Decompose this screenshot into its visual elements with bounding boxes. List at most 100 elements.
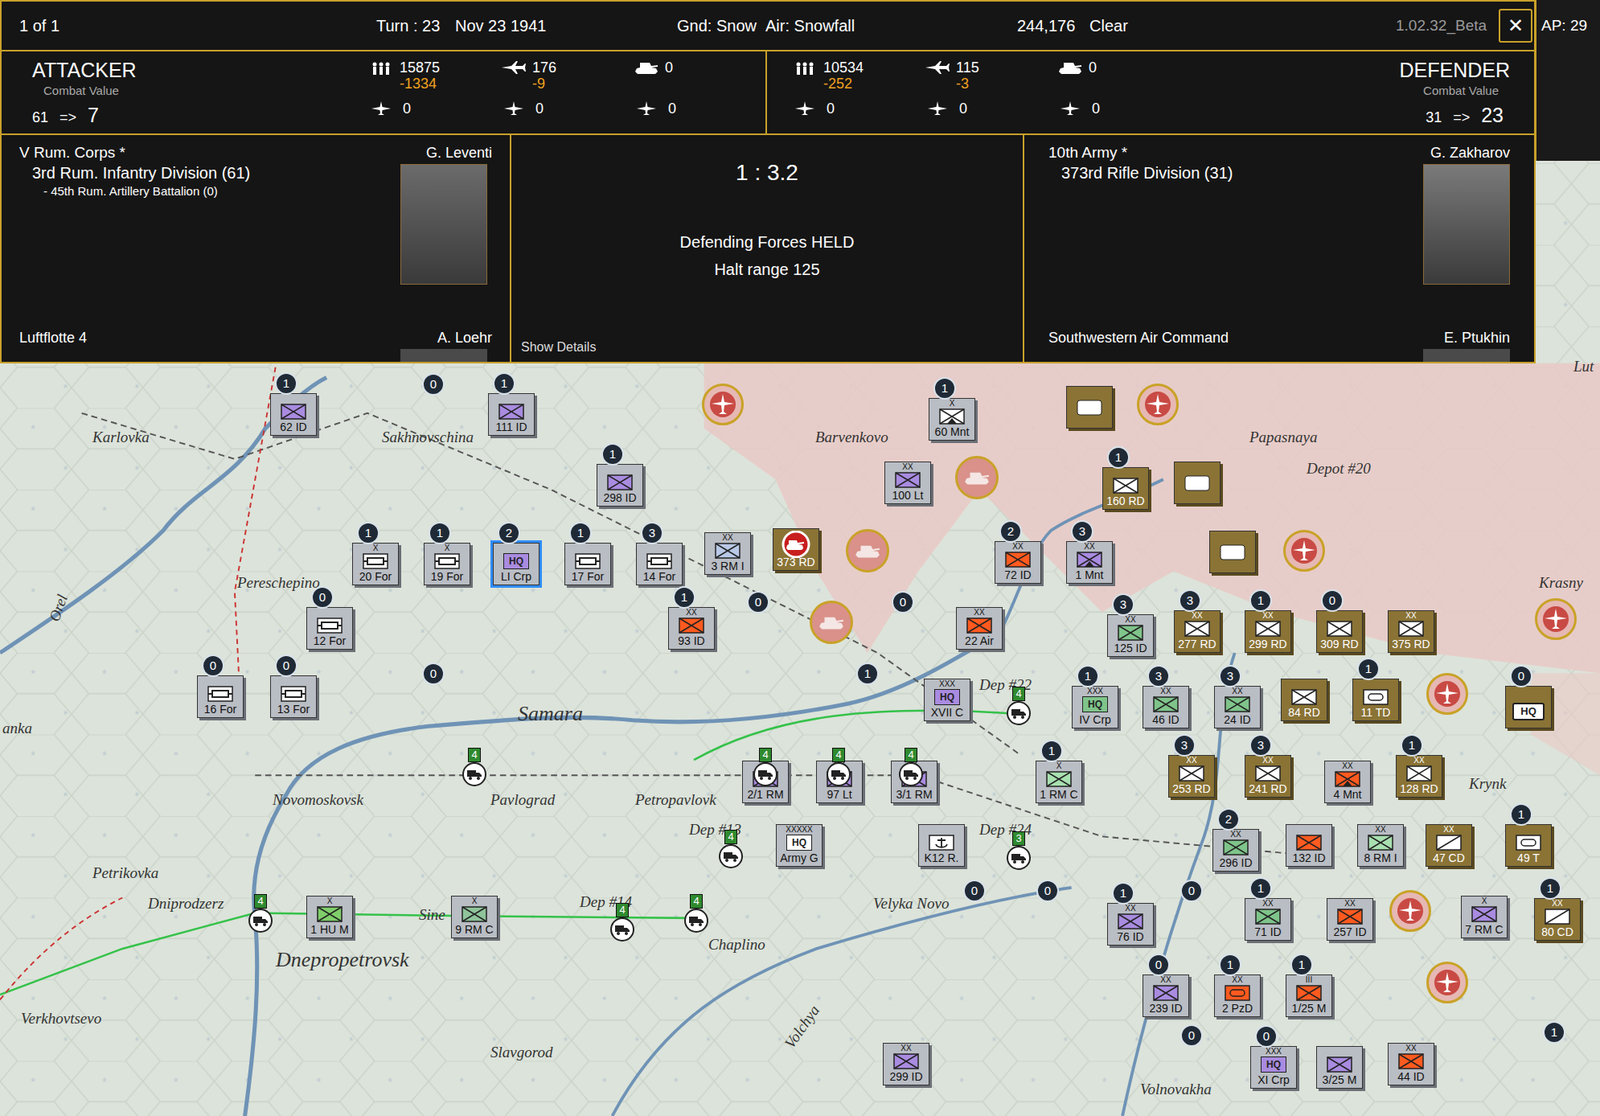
unit-counter[interactable]: 16 For — [196, 675, 244, 718]
place-label: Dniprodzerz — [147, 892, 224, 916]
supply-icon[interactable]: 4 — [826, 747, 851, 787]
unit-counter[interactable]: XX46 ID — [1142, 685, 1190, 729]
supply-icon[interactable]: 3 — [1006, 831, 1031, 870]
hex-marker[interactable]: 0 — [1180, 1024, 1203, 1047]
unit-counter[interactable]: XX100 Lt — [884, 461, 932, 505]
air-unit-icon[interactable] — [1534, 598, 1577, 640]
supply-icon[interactable]: 4 — [1006, 686, 1031, 726]
supply-icon[interactable]: 4 — [610, 902, 635, 942]
unit-counter[interactable]: XX375 RD — [1387, 610, 1435, 653]
supply-icon[interactable]: 4 — [684, 894, 709, 933]
unit-counter[interactable]: X1 RM C — [1035, 760, 1083, 804]
unit-counter[interactable]: XX1 Mnt — [1066, 541, 1113, 584]
hex-marker[interactable]: 0 — [891, 590, 915, 614]
supply-icon[interactable]: 4 — [462, 747, 487, 787]
air-unit-icon[interactable] — [1389, 890, 1432, 932]
unit-counter[interactable]: 160 RD — [1102, 467, 1149, 510]
unit-counter[interactable]: HQ — [1505, 685, 1552, 729]
unit-counter[interactable]: XX22 Air — [955, 607, 1003, 650]
supply-icon[interactable]: 4 — [248, 894, 273, 933]
combat-unit[interactable]: 373rd Rifle Division (31) — [1061, 162, 1398, 184]
unit-counter[interactable]: 17 For — [564, 542, 612, 586]
unit-counter[interactable]: 3/25 M — [1316, 1046, 1363, 1089]
unit-counter[interactable]: X1 HU M — [306, 895, 353, 939]
unit-counter[interactable]: XX76 ID — [1107, 902, 1154, 946]
unit-counter[interactable]: XXXHQXI Crp — [1250, 1046, 1297, 1089]
soviet-unit-icon[interactable] — [1209, 530, 1256, 574]
unit-counter[interactable]: XX4 Mnt — [1324, 760, 1371, 804]
unit-counter[interactable]: XX2 PzD — [1214, 974, 1261, 1018]
unit-counter[interactable]: XX93 ID — [668, 607, 715, 650]
unit-counter[interactable]: 49 T — [1505, 824, 1552, 867]
unit-counter[interactable]: 14 For — [635, 542, 683, 586]
soviet-unit-icon[interactable] — [1066, 385, 1113, 429]
unit-badge: 1 — [1357, 657, 1380, 681]
unit-counter[interactable]: X9 RM C — [451, 895, 498, 939]
unit-counter[interactable]: 84 RD — [1280, 678, 1328, 722]
unit-counter[interactable]: XX125 ID — [1107, 614, 1154, 657]
hex-marker[interactable]: 1 — [856, 662, 879, 686]
unit-counter[interactable]: XX241 RD — [1244, 754, 1292, 798]
unit-counter[interactable]: XX3 RM I — [704, 532, 751, 575]
hex-marker[interactable]: 0 — [746, 590, 770, 614]
unit-counter[interactable]: 13 For — [270, 675, 317, 718]
unit-counter[interactable]: XX239 ID — [1142, 974, 1190, 1018]
air-unit-icon[interactable] — [1283, 529, 1326, 572]
unit-counter[interactable]: XX277 RD — [1173, 610, 1221, 653]
tank-unit-icon[interactable] — [955, 455, 999, 500]
unit-counter[interactable]: XX253 RD — [1168, 754, 1215, 798]
unit-counter[interactable]: XX299 RD — [1244, 610, 1292, 653]
unit-counter[interactable]: III1/25 M — [1285, 974, 1333, 1018]
unit-counter[interactable]: 11 TD — [1352, 678, 1399, 722]
unit-counter[interactable]: 132 ID — [1285, 824, 1333, 867]
unit-counter[interactable]: K12 R. — [918, 824, 965, 867]
unit-counter[interactable]: XX299 ID — [882, 1042, 930, 1086]
air-unit-icon[interactable] — [1426, 672, 1469, 715]
hex-marker[interactable]: 0 — [422, 662, 445, 686]
unit-counter[interactable]: X20 For — [352, 542, 399, 586]
combat-unit[interactable]: 3rd Rum. Infantry Division (61) — [32, 162, 392, 184]
close-button[interactable]: ✕ — [1498, 8, 1533, 43]
unit-counter[interactable]: HQLI Crp — [492, 542, 540, 586]
unit-counter[interactable]: 62 ID — [270, 393, 317, 436]
unit-counter[interactable]: XX24 ID — [1214, 685, 1261, 729]
unit-counter[interactable]: 373 RD — [772, 528, 820, 571]
supply-icon[interactable]: 4 — [898, 747, 924, 787]
unit-counter[interactable]: XX47 CD — [1425, 824, 1473, 867]
air-unit-icon[interactable] — [701, 383, 744, 426]
unit-counter[interactable]: 298 ID — [596, 463, 644, 507]
unit-counter[interactable]: XX8 RM I — [1357, 824, 1404, 867]
hex-marker[interactable]: 0 — [1180, 879, 1203, 903]
hex-marker[interactable]: 1 — [1542, 1021, 1566, 1044]
tank-unit-icon[interactable] — [809, 600, 854, 645]
air-unit-icon[interactable] — [1136, 383, 1179, 426]
unit-counter[interactable]: 111 ID — [488, 393, 535, 436]
hex-marker[interactable]: 0 — [963, 879, 986, 903]
unit-counter[interactable]: XXXHQIV Crp — [1071, 685, 1119, 729]
unit-counter[interactable]: XXXXXHQArmy G — [775, 824, 823, 867]
map-view[interactable]: * * KarlovkaSakhnovschinaBarvenkovoPapas… — [0, 0, 1600, 1116]
unit-counter[interactable]: XX72 ID — [994, 541, 1042, 584]
air-unit-icon[interactable] — [1426, 961, 1469, 1004]
unit-counter[interactable]: XX257 ID — [1326, 898, 1374, 941]
combat-unit[interactable]: - 45th Rum. Artillery Battalion (0) — [32, 183, 392, 200]
unit-counter[interactable]: X7 RM C — [1460, 895, 1508, 939]
unit-counter[interactable]: XX71 ID — [1244, 898, 1292, 941]
unit-counter[interactable]: 309 RD — [1316, 610, 1363, 653]
tank-unit-icon[interactable] — [845, 529, 890, 573]
hex-marker[interactable]: 0 — [422, 373, 445, 396]
unit-badge: 1 — [1400, 734, 1424, 757]
unit-counter[interactable]: XX80 CD — [1534, 898, 1581, 941]
hex-marker[interactable]: 0 — [1036, 879, 1059, 903]
unit-counter[interactable]: XX128 RD — [1395, 754, 1443, 798]
unit-counter[interactable]: XX296 ID — [1212, 828, 1260, 872]
soviet-unit-icon[interactable] — [1173, 461, 1221, 505]
supply-icon[interactable]: 4 — [718, 829, 743, 869]
unit-counter[interactable]: XX44 ID — [1387, 1042, 1435, 1086]
supply-icon[interactable]: 4 — [753, 747, 778, 787]
unit-counter[interactable]: X19 For — [423, 542, 471, 586]
unit-counter[interactable]: XXXHQXVII C — [923, 678, 971, 722]
unit-counter[interactable]: 12 For — [306, 607, 353, 650]
unit-counter[interactable]: X60 Mnt — [928, 397, 976, 441]
show-details-link[interactable]: Show Details — [521, 337, 596, 357]
